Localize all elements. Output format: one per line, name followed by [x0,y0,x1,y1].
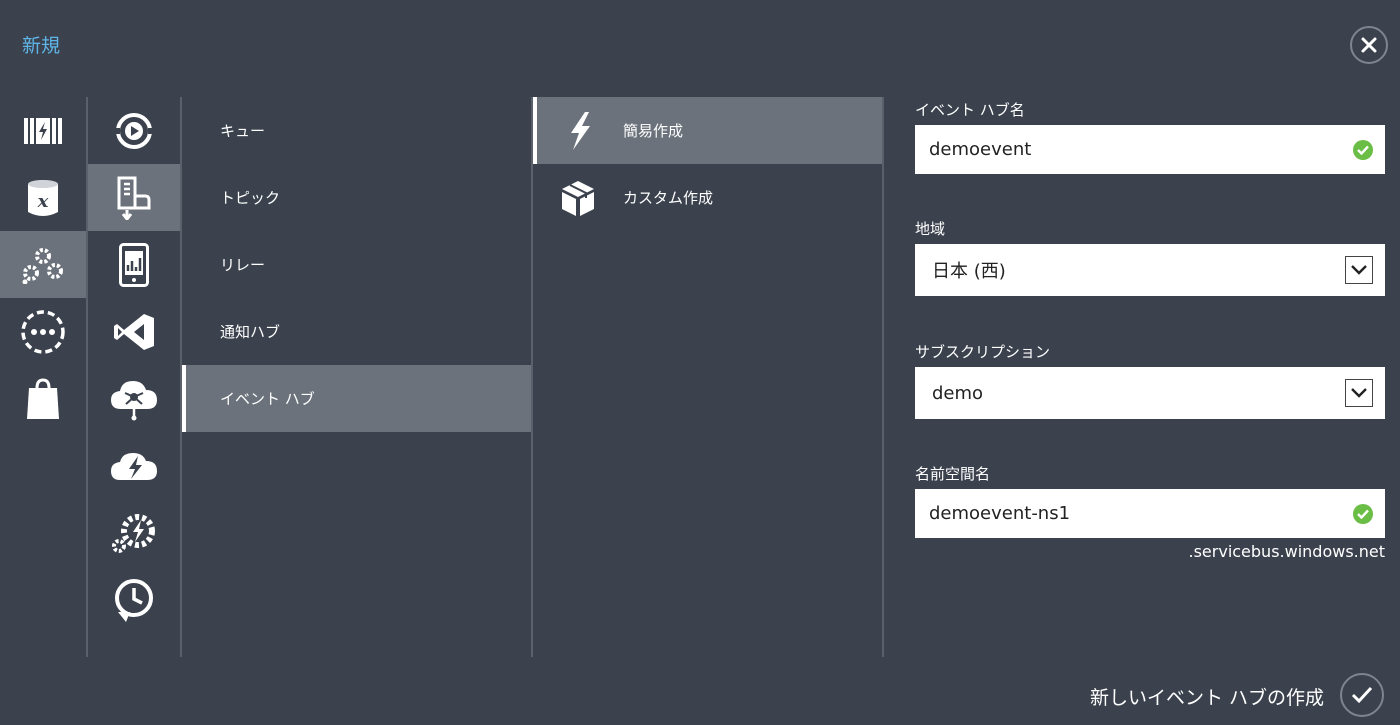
service-media[interactable] [88,97,180,164]
type-item-topic[interactable]: トピック [182,164,531,231]
scheduler-icon [115,578,153,622]
store-icon [27,377,59,419]
namespace-suffix: .servicebus.windows.net [1188,542,1386,561]
checkmark-icon [1351,686,1373,704]
service-service-bus[interactable] [88,164,180,231]
mobile-services-icon [119,242,149,287]
chevron-down-icon [1351,265,1367,275]
type-item-queue[interactable]: キュー [182,97,531,164]
category-data-services[interactable]: x [0,164,86,231]
service-cloud-network[interactable] [88,365,180,432]
svg-text:x: x [37,191,49,212]
visual-studio-icon [114,313,154,350]
method-label: カスタム作成 [623,189,714,207]
service-scheduler[interactable] [88,566,180,633]
subscription-select[interactable]: demo [915,367,1385,419]
service-list [88,97,180,657]
region-value: 日本 (西) [932,261,1006,282]
service-bus-icon [117,176,151,220]
method-quick-create[interactable]: 簡易作成 [533,97,883,164]
data-services-icon: x [28,179,58,216]
namespace-input[interactable] [915,503,1353,524]
event-hub-name-label: イベント ハブ名 [915,101,1025,119]
category-compute[interactable] [0,97,86,164]
namespace-label: 名前空間名 [915,465,991,483]
category-store[interactable] [0,365,86,432]
region-label: 地域 [915,220,946,238]
valid-check-icon [1353,503,1373,524]
type-item-notification-hub[interactable]: 通知ハブ [182,298,531,365]
subscription-dropdown-button[interactable] [1345,379,1373,407]
event-hub-name-input[interactable] [915,139,1353,160]
box-icon [562,180,594,216]
type-list: キュー トピック リレー 通知ハブ イベント ハブ [182,97,531,657]
page-title: 新規 [22,35,61,57]
method-label: 簡易作成 [623,122,684,140]
method-custom-create[interactable]: カスタム作成 [533,164,883,231]
service-visual-studio[interactable] [88,298,180,365]
close-icon [1361,37,1377,53]
service-automation[interactable] [88,499,180,566]
category-list: x [0,97,86,657]
create-button[interactable] [1340,673,1384,717]
subscription-value: demo [932,382,984,404]
divider [882,97,884,657]
region-dropdown-button[interactable] [1345,256,1373,284]
service-mobile[interactable] [88,231,180,298]
category-network-services[interactable] [0,298,86,365]
automation-gear-icon [112,513,155,553]
cloud-network-icon [111,380,157,420]
method-list: 簡易作成 カスタム作成 [533,97,883,657]
create-label: 新しいイベント ハブの作成 [1089,687,1324,709]
network-services-icon [21,309,65,354]
valid-check-icon [1353,139,1373,160]
type-item-relay[interactable]: リレー [182,231,531,298]
close-button[interactable] [1350,26,1388,64]
compute-icon [24,117,62,144]
region-select[interactable]: 日本 (西) [915,244,1385,296]
category-app-services[interactable] [0,231,86,298]
service-partial[interactable] [88,633,180,657]
lightning-icon [571,111,590,150]
type-item-event-hub[interactable]: イベント ハブ [182,365,531,432]
media-services-icon [114,112,154,149]
app-services-icon [22,247,63,284]
service-cloud-lightning[interactable] [88,432,180,499]
event-hub-name-field [915,125,1385,174]
subscription-label: サブスクリプション [915,343,1051,361]
chevron-down-icon [1351,388,1367,398]
cloud-lightning-icon [111,452,157,480]
partial-service-icon [116,649,152,658]
namespace-field [915,489,1385,538]
